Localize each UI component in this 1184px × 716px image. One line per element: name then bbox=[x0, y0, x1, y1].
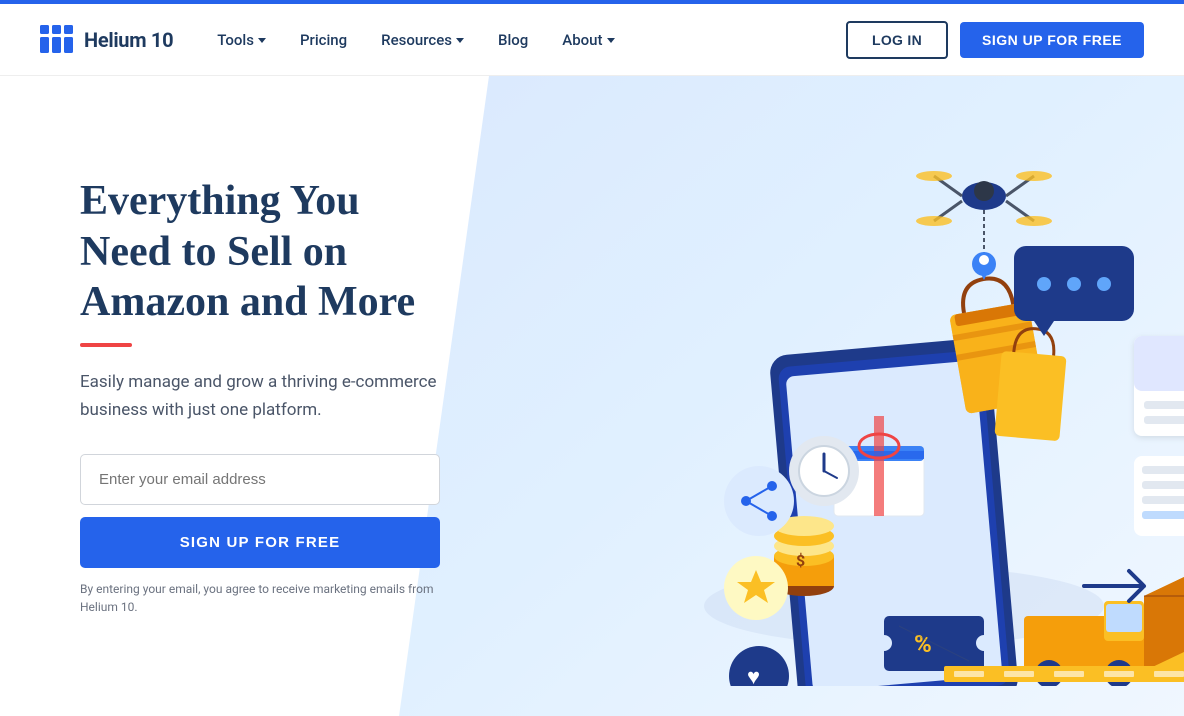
hero-section: Everything You Need to Sell on Amazon an… bbox=[0, 76, 1184, 716]
nav-item-about[interactable]: About bbox=[548, 23, 628, 57]
svg-text:%: % bbox=[914, 630, 932, 658]
signup-nav-button[interactable]: SIGN UP FOR FREE bbox=[960, 22, 1144, 58]
nav-item-blog[interactable]: Blog bbox=[484, 23, 542, 57]
nav-item-resources[interactable]: Resources bbox=[367, 23, 478, 57]
hero-divider bbox=[80, 343, 132, 347]
hero-illustration: $ bbox=[504, 106, 1184, 686]
svg-text:$: $ bbox=[796, 551, 805, 570]
hero-content: Everything You Need to Sell on Amazon an… bbox=[0, 116, 520, 676]
chevron-down-icon bbox=[258, 38, 266, 43]
nav-item-pricing[interactable]: Pricing bbox=[286, 23, 361, 57]
chevron-down-icon bbox=[607, 38, 615, 43]
nav-item-tools[interactable]: Tools bbox=[203, 23, 280, 57]
chevron-down-icon bbox=[456, 38, 464, 43]
svg-text:♥: ♥ bbox=[747, 665, 760, 686]
hero-subtitle: Easily manage and grow a thriving e-comm… bbox=[80, 369, 440, 423]
logo-icon bbox=[40, 25, 74, 55]
logo-text: Helium 10 bbox=[84, 28, 173, 52]
navbar: Helium 10 Tools Pricing Resources Blog A… bbox=[0, 4, 1184, 76]
disclaimer-text: By entering your email, you agree to rec… bbox=[80, 580, 440, 616]
nav-actions: LOG IN SIGN UP FOR FREE bbox=[846, 21, 1144, 59]
svg-text:👗: 👗 bbox=[1179, 348, 1184, 386]
login-button[interactable]: LOG IN bbox=[846, 21, 948, 59]
signup-hero-button[interactable]: SIGN UP FOR FREE bbox=[80, 517, 440, 568]
hero-title: Everything You Need to Sell on Amazon an… bbox=[80, 176, 440, 327]
nav-links: Tools Pricing Resources Blog About bbox=[203, 23, 846, 57]
email-input[interactable] bbox=[80, 454, 440, 505]
logo[interactable]: Helium 10 bbox=[40, 25, 173, 55]
